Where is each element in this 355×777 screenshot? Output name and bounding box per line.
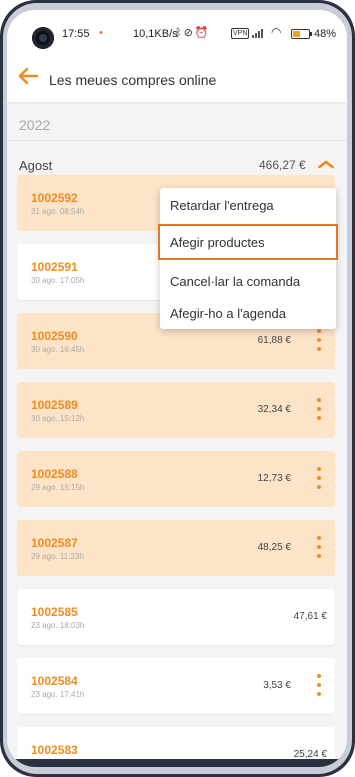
chevron-up-icon[interactable] [317,156,335,172]
order-date: 29 ago. 15:15h [31,483,85,492]
order-context-menu: Retardar l'entrega Afegir productes Canc… [158,188,338,329]
more-options-icon[interactable] [313,396,325,422]
order-card[interactable]: 1002587 29 ago. 11:23h 48,25 € [17,520,335,576]
notification-dot: • [99,27,103,39]
divider [7,140,347,141]
order-amount: 32,34 € [257,404,291,415]
battery-fill [293,31,301,37]
front-camera [32,27,54,49]
menu-item-add-to-calendar[interactable]: Afegir-ho a l'agenda [160,298,336,328]
battery-percent: 48% [314,28,337,40]
order-number: 1002591 [31,260,78,274]
wifi-icon: ◠ [271,25,282,39]
order-number: 1002588 [31,467,78,481]
order-amount: 61,88 € [257,335,291,346]
status-bar: 17:55 • 10,1KB/s ᛒ⊘⏰ VPN ◠ 48% [7,10,347,60]
page-title: Les meues compres online [49,72,217,88]
order-number: 1002590 [31,329,78,343]
order-amount: 47,61 € [293,611,327,622]
bottom-bezel [7,759,347,767]
order-number: 1002589 [31,398,78,412]
order-amount: 48,25 € [257,542,291,553]
order-card[interactable]: 1002589 30 ago. 15:12h 32,34 € [17,382,335,438]
status-icons: ᛒ⊘⏰ [175,26,211,39]
network-speed: 10,1KB/s [133,28,178,40]
order-amount: 12,73 € [257,473,291,484]
bluetooth-icon: ᛒ [175,27,184,39]
order-date: 30 ago. 16:45h [31,345,85,354]
signal-icon [252,28,266,38]
more-options-icon[interactable] [313,465,325,491]
order-card[interactable]: 1002584 23 ago. 17:41h 3,53 € [17,658,335,714]
order-number: 1002583 [31,743,78,757]
menu-item-label: Cancel·lar la comanda [170,274,301,289]
menu-item-add-products[interactable]: Afegir productes [158,224,338,260]
order-date: 31 ago. 08:54h [31,207,85,216]
order-card[interactable]: 1002585 23 ago. 18:03h 47,61 € [17,589,335,645]
month-total: 466,27 € [259,158,306,172]
more-options-icon[interactable] [313,672,325,698]
header-shadow [7,102,347,104]
screen: 17:55 • 10,1KB/s ᛒ⊘⏰ VPN ◠ 48% Les meues… [7,10,347,767]
order-date: 23 ago. 17:41h [31,690,85,699]
menu-item-label: Afegir-ho a l'agenda [170,306,286,321]
battery-icon [291,29,312,39]
phone-frame: 17:55 • 10,1KB/s ᛒ⊘⏰ VPN ◠ 48% Les meues… [0,0,355,777]
order-number: 1002587 [31,536,78,550]
year-heading: 2022 [19,117,51,133]
status-time: 17:55 [62,28,90,40]
alarm-icon: ⏰ [194,27,211,39]
order-amount: 3,53 € [263,680,291,691]
order-date: 30 ago. 15:12h [31,414,85,423]
more-options-icon[interactable] [313,327,325,353]
menu-item-label: Retardar l'entrega [170,198,274,213]
order-card[interactable]: 1002588 29 ago. 15:15h 12,73 € [17,451,335,507]
order-date: 29 ago. 11:23h [31,552,84,561]
order-date: 30 ago. 17:05h [31,276,85,285]
vpn-icon: VPN [231,28,250,39]
order-number: 1002592 [31,191,78,205]
app-header: Les meues compres online [7,60,347,102]
month-name: Agost [19,158,53,173]
order-number: 1002585 [31,605,78,619]
arrow-left-icon[interactable] [15,66,41,90]
order-date: 23 ago. 18:03h [31,621,85,630]
menu-item-label: Afegir productes [170,235,265,250]
mute-icon: ⊘ [183,27,195,39]
order-number: 1002584 [31,674,78,688]
more-options-icon[interactable] [313,534,325,560]
menu-item-cancel-order[interactable]: Cancel·lar la comanda [160,266,336,296]
menu-item-delay-delivery[interactable]: Retardar l'entrega [160,190,336,220]
